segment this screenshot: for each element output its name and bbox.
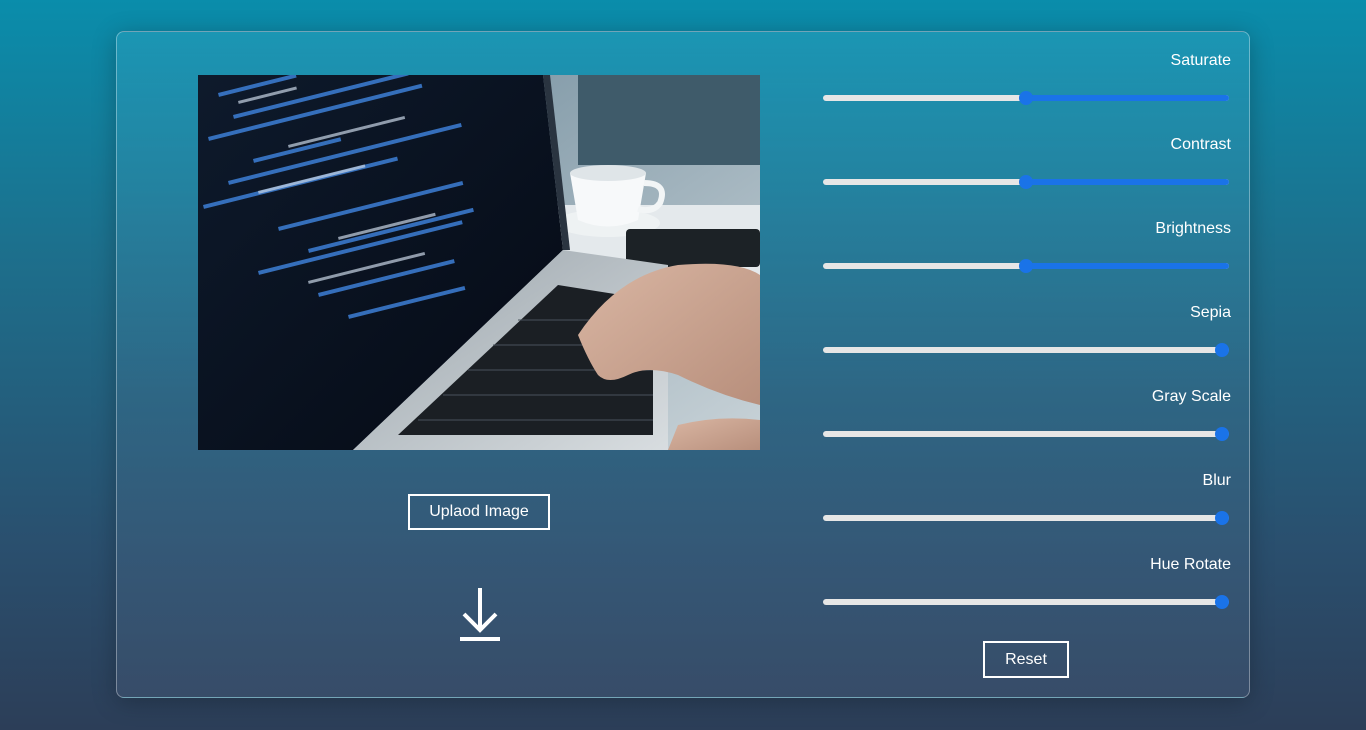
slider-thumb[interactable] [1215,343,1229,357]
filter-label: Saturate [1170,52,1231,69]
filter-label: Blur [1202,472,1231,489]
filter-label: Hue Rotate [1150,556,1231,573]
contrast-slider[interactable] [823,175,1229,189]
filter-saturate: Saturate [821,32,1231,116]
preview-image [198,75,760,450]
sepia-slider[interactable] [823,343,1229,357]
slider-thumb[interactable] [1215,595,1229,609]
hue-rotate-slider[interactable] [823,595,1229,609]
slider-fill [1026,263,1229,269]
download-icon[interactable] [458,586,502,642]
upload-image-button[interactable]: Uplaod Image [408,494,550,530]
brightness-slider[interactable] [823,259,1229,273]
slider-thumb[interactable] [1215,427,1229,441]
blur-slider[interactable] [823,511,1229,525]
slider-fill [1026,179,1229,185]
saturate-slider[interactable] [823,91,1229,105]
reset-button[interactable]: Reset [983,641,1069,678]
filter-label: Sepia [1190,304,1231,321]
filter-grayscale: Gray Scale [821,368,1231,452]
filter-blur: Blur [821,452,1231,536]
filter-label: Contrast [1170,136,1231,153]
editor-panel: Uplaod Image Saturate Contrast Brightnes… [116,31,1250,698]
filter-label: Brightness [1155,220,1231,237]
filter-sepia: Sepia [821,284,1231,368]
filter-hue-rotate: Hue Rotate [821,536,1231,620]
slider-fill [1026,95,1229,101]
filter-label: Gray Scale [1151,388,1231,405]
slider-thumb[interactable] [1019,259,1033,273]
grayscale-slider[interactable] [823,427,1229,441]
filter-contrast: Contrast [821,116,1231,200]
slider-thumb[interactable] [1215,511,1229,525]
filter-brightness: Brightness [821,200,1231,284]
slider-thumb[interactable] [1019,91,1033,105]
slider-thumb[interactable] [1019,175,1033,189]
